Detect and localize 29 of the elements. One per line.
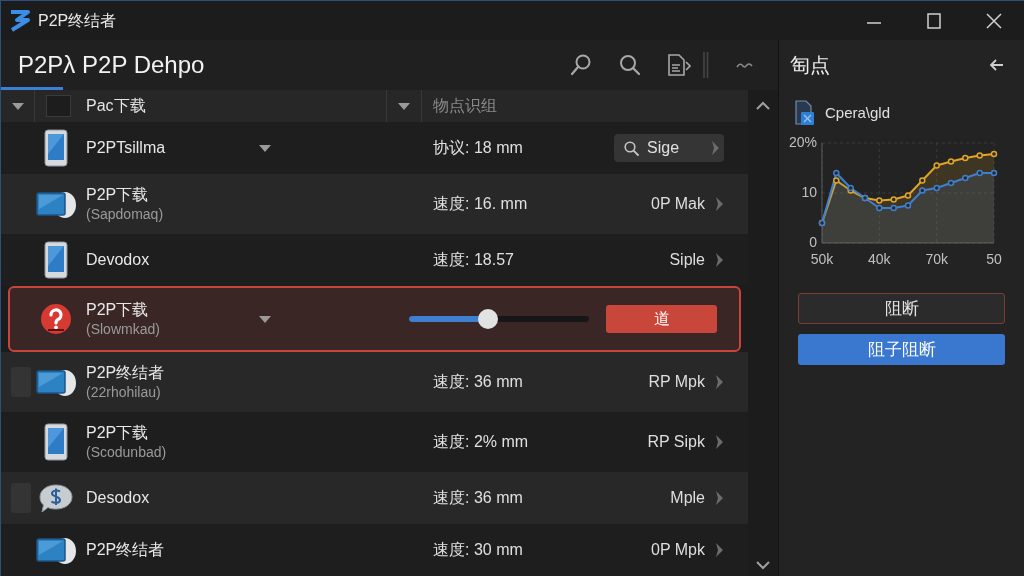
file-name: Cpera\gld [825,102,891,123]
row-title: P2P下载 [86,300,150,320]
row-detail: 速度: 36 mm [433,372,523,392]
row-detail: 速度: 16. mm [433,194,528,214]
row-title: Devodox [86,250,151,270]
row-title: Desodox [86,488,151,508]
row-detail: 协议: 18 mm [433,138,523,158]
window-title: P2P终结者 [38,10,117,31]
row-detail: 速度: 18.57 [433,250,514,270]
tick-label: 40k [868,250,891,267]
row-subtitle: (22rhohilau) [86,383,162,401]
panel-title: 匋点 [790,53,830,78]
row-detail: 速度: 30 mm [433,540,523,560]
tick-label: 10 [801,183,817,200]
row-title: P2P下载 [86,423,150,443]
row-title: P2P终结者 [86,363,166,383]
tick-label: 50 [986,250,1002,267]
row-subtitle: (Scodunbad) [86,443,168,461]
row-detail: 速度: 36 mm [433,488,523,508]
row-detail: 速度: 2% mm [433,432,529,452]
row-title: P2P下载 [86,185,150,205]
tick-label: 70k [925,250,948,267]
tick-label: 20% [788,133,817,150]
row-title: P2PTsillma [86,138,167,158]
row-title: P2P终结者 [86,540,166,560]
tick-label: 0 [809,233,817,250]
tick-label: 50k [810,250,834,267]
row-subtitle: (Sapdomaq) [86,205,165,223]
row-subtitle: (Slowmkad) [86,320,161,338]
